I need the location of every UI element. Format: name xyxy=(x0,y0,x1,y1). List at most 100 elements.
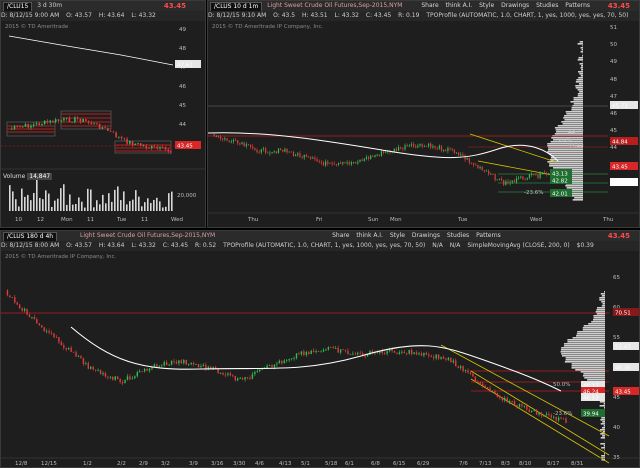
candle xyxy=(232,375,234,377)
candle xyxy=(310,350,312,355)
candle xyxy=(241,142,243,144)
volume-profile-bar xyxy=(573,103,583,105)
candle xyxy=(175,361,178,364)
volume-profile-bar xyxy=(553,167,583,169)
candle xyxy=(224,374,227,376)
volume-title: Volume xyxy=(3,173,26,180)
candle xyxy=(462,366,464,372)
volume-profile-bar xyxy=(599,405,605,407)
candle xyxy=(423,352,425,356)
x-axis-tick: 8/17 xyxy=(547,461,560,467)
candle xyxy=(406,353,408,354)
candle xyxy=(374,155,376,157)
candle xyxy=(490,173,492,175)
candle xyxy=(281,360,283,364)
x-axis-tick: 3/16 xyxy=(211,461,224,467)
volume-profile-bar xyxy=(600,437,605,439)
volume-bar xyxy=(168,193,170,211)
volume-profile-bar xyxy=(565,185,583,187)
candle xyxy=(367,157,370,159)
candle xyxy=(262,148,265,150)
candle xyxy=(322,162,325,166)
candle xyxy=(401,351,403,353)
volume-profile-bar xyxy=(577,331,605,333)
y-axis-tick: 44 xyxy=(179,122,186,128)
candle xyxy=(156,364,158,367)
y-axis-tick: 44 xyxy=(610,145,617,151)
candle xyxy=(442,356,445,359)
candle xyxy=(161,147,164,148)
volume-profile-bar xyxy=(549,163,583,165)
candle xyxy=(217,136,220,138)
candle xyxy=(268,365,271,366)
candle xyxy=(192,362,195,365)
candle xyxy=(305,154,307,157)
candle xyxy=(260,149,262,153)
candle xyxy=(466,157,468,160)
volume-profile-bar xyxy=(582,375,605,377)
candle xyxy=(308,352,310,355)
candle xyxy=(518,404,521,407)
x-axis-tick: 5/18 xyxy=(325,461,338,467)
candle xyxy=(451,148,453,150)
price-label-ma: 47.61 xyxy=(177,63,193,69)
candle xyxy=(150,145,153,148)
volume-profile-bar xyxy=(574,197,583,199)
candle xyxy=(445,358,447,360)
candle xyxy=(462,154,464,156)
candle xyxy=(104,373,107,377)
volume-profile-bar xyxy=(577,93,583,95)
candle xyxy=(531,410,533,412)
volume-bar xyxy=(21,188,23,211)
volume-bar xyxy=(102,194,104,211)
candle xyxy=(195,364,197,365)
price-label: 43.45 xyxy=(612,165,628,171)
volume-bar xyxy=(48,193,50,211)
candle xyxy=(53,333,55,338)
volume-profile-bar xyxy=(596,313,605,315)
x-axis-tick: 8/10 xyxy=(519,461,532,467)
candle xyxy=(539,172,541,178)
candle xyxy=(271,152,273,154)
candle xyxy=(515,177,518,183)
candle xyxy=(139,371,141,373)
x-axis-tick: 1/2 xyxy=(83,461,92,467)
fib-label: 44.12 xyxy=(568,143,584,149)
candle xyxy=(496,393,499,397)
candle xyxy=(354,353,357,355)
candle xyxy=(283,360,285,364)
candle xyxy=(545,413,548,416)
volume-profile-bar xyxy=(554,127,583,129)
volume-profile-bar xyxy=(602,431,605,433)
volume-bar xyxy=(108,193,110,211)
x-axis-tick: 6/15 xyxy=(393,461,406,467)
volume-bar xyxy=(123,191,125,211)
volume-profile-bar xyxy=(579,73,583,75)
candle xyxy=(432,145,434,148)
candle xyxy=(114,376,116,380)
candle xyxy=(447,357,450,360)
candle xyxy=(286,360,288,362)
candle xyxy=(161,365,163,367)
volume-profile-bar xyxy=(580,371,605,373)
candle xyxy=(215,136,217,138)
volume-profile-bar xyxy=(600,423,605,425)
x-axis-tick: 6/29 xyxy=(417,461,430,467)
candle xyxy=(190,362,192,365)
candle xyxy=(226,138,228,141)
candle xyxy=(10,128,13,130)
candle xyxy=(112,131,115,133)
candle xyxy=(385,151,387,153)
volume-bar xyxy=(33,192,35,211)
fib-tag: 42.01 xyxy=(552,192,568,198)
candle xyxy=(545,173,548,175)
candle xyxy=(227,373,229,376)
volume-profile-bar xyxy=(600,293,605,295)
candle xyxy=(134,376,136,379)
candle xyxy=(505,181,507,185)
candle xyxy=(361,159,363,161)
candle xyxy=(222,373,224,375)
candle xyxy=(352,162,355,163)
volume-profile-bar xyxy=(582,45,583,47)
candle xyxy=(82,358,85,364)
